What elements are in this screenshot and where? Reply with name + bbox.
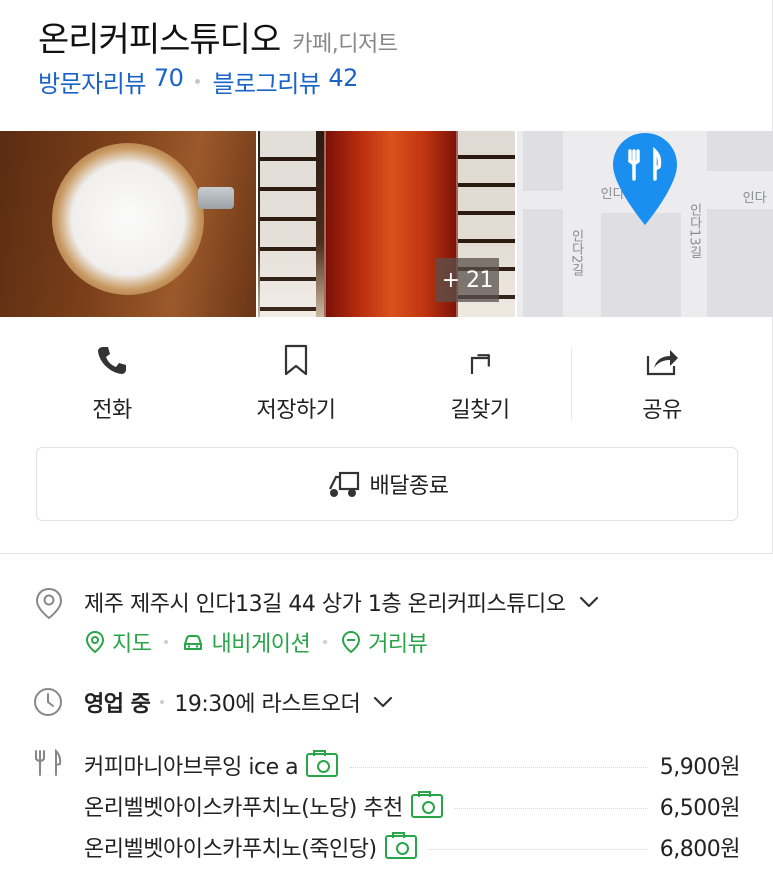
blog-review-label: 블로그리뷰 [212, 70, 321, 98]
blog-review-link[interactable]: 블로그리뷰 42 [212, 64, 358, 99]
location-links: 지도 내비게이션 거리뷰 [84, 626, 428, 658]
navigation-link-label: 내비게이션 [211, 632, 311, 657]
map-pin-small-icon [85, 630, 105, 654]
separator-dot [323, 640, 328, 644]
cup-shape [52, 143, 204, 295]
dotted-leader [428, 848, 648, 850]
map-road-label: 인다2길 [568, 229, 584, 277]
chevron-down-icon [579, 596, 598, 608]
menu-item-price: 6,500원 [659, 795, 741, 821]
dotted-leader [350, 766, 648, 768]
street-view-link[interactable]: 거리뷰 [340, 626, 428, 658]
review-links: 방문자리뷰 70 블로그리뷰 42 [38, 64, 358, 99]
delivery-scooter-icon [328, 471, 359, 497]
menu-item-name: 온리벨벳아이스카푸치노(노당) 추천 [84, 795, 403, 821]
map-thumbnail[interactable]: 인다 인다 인다2길 인다13길 [516, 131, 773, 317]
delivery-label: 배달종료 [369, 474, 449, 499]
menu-item-name-wrap: 커피마니아브루잉 ice a [84, 749, 339, 781]
more-photos-badge[interactable]: + 21 [435, 258, 500, 302]
map-road-label: 인다13길 [686, 203, 702, 259]
share-icon [646, 350, 678, 376]
clock-icon [34, 688, 62, 716]
save-label: 저장하기 [256, 398, 336, 423]
dotted-leader [454, 807, 648, 809]
chevron-down-icon [374, 696, 393, 708]
menu-item-name: 커피마니아브루잉 ice a [84, 754, 299, 780]
map-block [522, 209, 563, 317]
address-text: 제주 제주시 인다13길 44 상가 1층 온리커피스튜디오 [84, 592, 566, 617]
address-row[interactable]: 제주 제주시 인다13길 44 상가 1층 온리커피스튜디오 [84, 586, 602, 618]
save-button[interactable]: 저장하기 [226, 336, 366, 426]
map-block [522, 131, 563, 191]
menu-item-name-wrap: 온리벨벳아이스카푸치노(죽인당) [84, 831, 417, 863]
map-block [706, 209, 773, 317]
camera-icon [306, 749, 339, 777]
directions-label: 길찾기 [450, 398, 510, 423]
open-status: 영업 중 [84, 692, 151, 717]
fork-knife-icon [35, 748, 62, 776]
visitor-review-count: 70 [153, 64, 184, 92]
window-left [260, 131, 317, 317]
map-block [600, 213, 681, 317]
menu-item-name-wrap: 온리벨벳아이스카푸치노(노당) 추천 [84, 790, 443, 822]
delivery-status-button[interactable]: 배달종료 [36, 447, 738, 521]
cup-handle [198, 187, 234, 209]
location-pin-icon [35, 587, 63, 620]
navigation-link[interactable]: 내비게이션 [181, 626, 311, 658]
call-button[interactable]: 전화 [42, 336, 182, 426]
visitor-review-label: 방문자리뷰 [38, 70, 146, 98]
blog-review-count: 42 [328, 64, 358, 92]
photo-cappuccino[interactable] [0, 131, 257, 317]
separator-dot [164, 640, 169, 644]
action-bar: 전화 저장하기 길찾기 공유 [0, 336, 773, 426]
menu-item-name: 온리벨벳아이스카푸치노(죽인당) [84, 836, 377, 862]
separator-dot [195, 79, 201, 84]
call-label: 전화 [92, 398, 132, 423]
menu-item-price: 5,900원 [659, 754, 741, 780]
map-link[interactable]: 지도 [84, 626, 152, 658]
directions-icon [470, 354, 490, 374]
map-link-label: 지도 [112, 632, 152, 657]
phone-icon [98, 347, 126, 374]
visitor-review-link[interactable]: 방문자리뷰 70 [38, 64, 184, 99]
directions-button[interactable]: 길찾기 [410, 336, 550, 426]
menu-item[interactable]: 온리벨벳아이스카푸치노(죽인당) 6,800원 [84, 826, 741, 867]
menu-item[interactable]: 온리벨벳아이스카푸치노(노당) 추천 6,500원 [84, 785, 741, 826]
place-name: 온리커피스튜디오 [38, 20, 281, 60]
map-pin-icon [612, 133, 677, 225]
menu-item-price: 6,800원 [659, 836, 741, 862]
place-category: 카페,디저트 [292, 32, 398, 57]
camera-icon [384, 831, 417, 859]
map-road-label: 인다 [742, 191, 767, 206]
photo-strip: + 21 인다 인다 인다2길 인다13길 [0, 131, 773, 317]
share-label: 공유 [642, 398, 682, 423]
section-divider [0, 553, 773, 554]
hours-row[interactable]: 영업 중 19:30에 라스트오더 [84, 686, 396, 718]
separator-dot [160, 700, 165, 704]
photo-iced-drink[interactable]: + 21 [258, 131, 515, 317]
share-button[interactable]: 공유 [592, 336, 732, 426]
map-block [706, 131, 773, 171]
street-view-link-label: 거리뷰 [368, 632, 428, 657]
bookmark-icon [284, 344, 308, 376]
car-icon [184, 635, 203, 650]
menu-list: 커피마니아브루잉 ice a 5,900원 온리벨벳아이스카푸치노(노당) 추천… [84, 744, 741, 867]
menu-item[interactable]: 커피마니아브루잉 ice a 5,900원 [84, 744, 741, 785]
action-divider [571, 348, 572, 420]
camera-icon [410, 790, 443, 818]
street-view-icon [342, 630, 361, 654]
last-order-text: 19:30에 라스트오더 [174, 692, 361, 717]
title-row: 온리커피스튜디오 카페,디저트 [38, 12, 398, 61]
